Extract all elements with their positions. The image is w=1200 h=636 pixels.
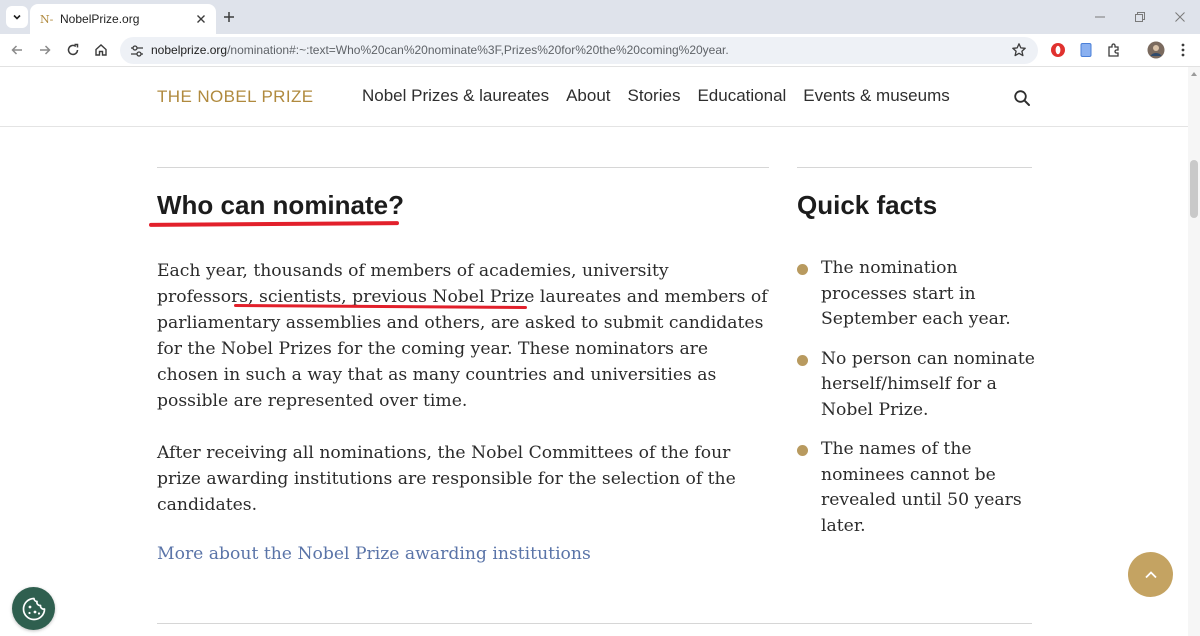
site-header: THE NOBEL PRIZE Nobel Prizes & laureates… [0, 67, 1200, 127]
article-bottom-divider [157, 623, 1032, 624]
tune-icon[interactable] [129, 43, 145, 59]
bullet-dot-icon [797, 264, 808, 275]
nav-item-nobel-prizes-laureates[interactable]: Nobel Prizes & laureates [362, 86, 549, 106]
tab-search-button[interactable] [6, 6, 28, 28]
cookie-settings-button[interactable] [12, 587, 55, 630]
quick-fact-text: The nomination processes start in Septem… [821, 258, 1011, 329]
reload-button[interactable] [62, 39, 84, 61]
heading-red-underline [148, 221, 400, 227]
avatar-icon [1147, 41, 1165, 59]
cookie-icon [22, 597, 45, 620]
home-icon [95, 44, 107, 56]
quick-facts-list: The nomination processes start in Septem… [797, 256, 1037, 553]
main-nav: Nobel Prizes & laureates About Stories E… [362, 86, 967, 106]
article-top-divider [157, 167, 769, 168]
minimize-button[interactable] [1080, 0, 1120, 34]
nav-item-stories[interactable]: Stories [628, 86, 681, 106]
extension-opera-button[interactable] [1049, 41, 1067, 59]
puzzle-icon [1108, 43, 1119, 57]
bullet-dot-icon [797, 445, 808, 456]
quick-fact-text: No person can nominate herself/himself f… [821, 348, 1035, 420]
search-icon [1014, 90, 1030, 106]
tab-title: NobelPrize.org [60, 12, 140, 26]
scroll-to-top-button[interactable] [1128, 552, 1173, 597]
back-button[interactable] [6, 39, 28, 61]
address-bar[interactable]: nobelprize.org/nomination#:~:text=Who%20… [120, 37, 1038, 64]
minimize-icon [1095, 16, 1105, 18]
quick-fact-text: The names of the nominees cannot be reve… [821, 439, 1022, 536]
facts-top-divider [797, 167, 1032, 168]
close-icon [197, 15, 205, 23]
reload-icon [67, 43, 79, 56]
chevron-up-icon [1144, 570, 1157, 578]
browser-tabstrip: N- NobelPrize.org [0, 0, 1200, 34]
url-host: nobelprize.org [151, 43, 228, 57]
plus-icon [224, 12, 234, 22]
new-tab-button[interactable] [218, 6, 240, 28]
forward-button[interactable] [34, 39, 56, 61]
close-icon [1175, 12, 1185, 22]
chevron-down-icon [13, 14, 21, 20]
opera-icon [1051, 43, 1065, 57]
browser-toolbar: nobelprize.org/nomination#:~:text=Who%20… [0, 34, 1200, 67]
star-icon [1012, 43, 1026, 57]
nav-item-events-museums[interactable]: Events & museums [803, 86, 949, 106]
awarding-institutions-link[interactable]: More about the Nobel Prize awarding inst… [157, 544, 591, 564]
article-heading: Who can nominate? [157, 190, 404, 220]
page-scrollbar[interactable] [1188, 67, 1200, 636]
extension-docs-button[interactable] [1077, 41, 1095, 59]
restore-button[interactable] [1120, 0, 1160, 34]
site-logo[interactable]: THE NOBEL PRIZE [157, 87, 314, 107]
extensions-button[interactable] [1105, 41, 1123, 59]
profile-avatar[interactable] [1147, 41, 1165, 59]
tab-favicon: N- [40, 12, 54, 26]
nav-item-about[interactable]: About [566, 86, 610, 106]
site-search-button[interactable] [1011, 87, 1033, 109]
window-controls [1080, 0, 1200, 34]
bullet-dot-icon [797, 354, 808, 366]
article-paragraph-1: Each year, thousands of members of acade… [157, 261, 768, 411]
address-url: nobelprize.org/nomination#:~:text=Who%20… [151, 43, 729, 57]
close-window-button[interactable] [1160, 0, 1200, 34]
arrow-right-icon [40, 45, 51, 55]
url-path: /nomination#:~:text=Who%20can%20nominate… [227, 43, 729, 57]
home-button[interactable] [90, 39, 112, 61]
quick-fact-item: The names of the nominees cannot be reve… [797, 437, 1037, 539]
bookmark-button[interactable] [1010, 41, 1028, 59]
browser-tab-active[interactable]: N- NobelPrize.org [30, 4, 216, 34]
arrow-left-icon [11, 45, 22, 55]
article-body: Each year, thousands of members of acade… [157, 258, 769, 544]
quick-facts-heading: Quick facts [797, 190, 938, 220]
scrollbar-thumb[interactable] [1190, 160, 1198, 218]
tab-close-button[interactable] [192, 10, 210, 28]
more-vertical-icon [1181, 43, 1185, 57]
quick-fact-item: No person can nominate herself/himself f… [797, 347, 1037, 424]
browser-menu-button[interactable] [1174, 41, 1192, 59]
quick-fact-item: The nomination processes start in Septem… [797, 256, 1037, 333]
restore-icon [1135, 12, 1145, 22]
scroll-up-icon[interactable] [1190, 70, 1198, 78]
article-paragraph-2: After receiving all nominations, the Nob… [157, 443, 736, 515]
document-icon [1080, 43, 1092, 57]
nav-item-educational[interactable]: Educational [697, 86, 786, 106]
